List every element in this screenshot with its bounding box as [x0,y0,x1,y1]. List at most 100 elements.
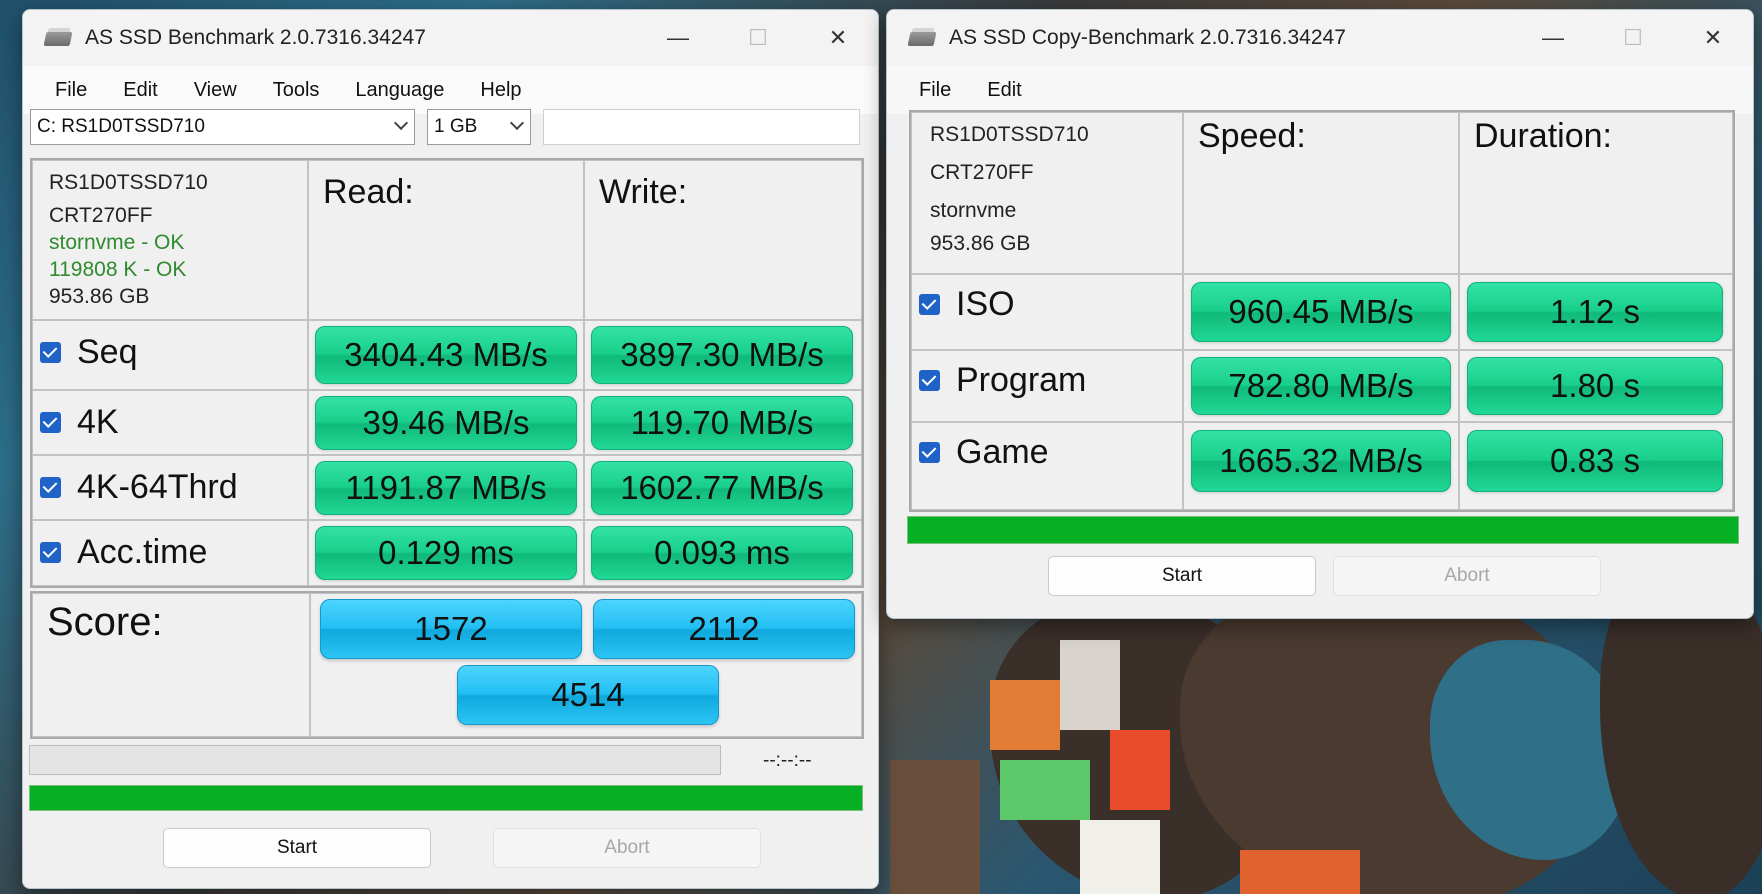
menu-bar: File Edit [887,66,1753,114]
chevron-down-icon [393,115,409,131]
alignment-status: 119808 K - OK [49,258,187,281]
4k-64thrd-read-value: 1191.87 MB/s [315,461,577,515]
drive-select-value: C: RS1D0TSSD710 [37,116,205,137]
score-total-value: 4514 [457,665,719,725]
program-duration-value: 1.80 s [1467,357,1723,415]
score-panel: Score: 1572 2112 4514 [30,591,864,739]
test-seq[interactable]: Seq [40,330,138,374]
test-seq-label: Seq [77,332,138,371]
program-speed-value: 782.80 MB/s [1191,357,1451,415]
elapsed-time: --:--:-- [763,750,812,771]
title-bar[interactable]: AS SSD Copy-Benchmark 2.0.7316.34247 — ☐… [887,10,1753,66]
abort-button: Abort [493,828,761,868]
drive-model: RS1D0TSSD710 [930,123,1089,146]
maximize-icon: ☐ [1623,25,1643,50]
drive-select[interactable]: C: RS1D0TSSD710 [30,109,415,145]
checkbox-checked-icon[interactable] [40,411,61,433]
drive-firmware: CRT270FF [49,204,153,227]
drive-info-cell: RS1D0TSSD710 CRT270FF stornvme 953.86 GB [911,112,1183,274]
size-select[interactable]: 1 GB [427,109,531,145]
duration-header-cell: Duration: [1459,112,1733,274]
close-icon[interactable]: ✕ [798,10,878,66]
write-header-cell: Write: [584,160,862,320]
seq-write-value: 3897.30 MB/s [591,326,853,384]
minimize-icon[interactable]: — [638,10,718,66]
copy-results-panel: RS1D0TSSD710 CRT270FF stornvme 953.86 GB… [909,110,1735,512]
iso-duration-value: 1.12 s [1467,282,1723,342]
test-game-label: Game [956,432,1049,471]
abort-button: Abort [1333,556,1601,596]
checkbox-checked-icon[interactable] [919,369,940,391]
checkbox-checked-icon[interactable] [919,441,940,463]
results-panel: RS1D0TSSD710 CRT270FF stornvme - OK 1198… [30,158,864,588]
size-select-value: 1 GB [434,116,478,137]
4k-64thrd-write-value: 1602.77 MB/s [591,461,853,515]
title-bar[interactable]: AS SSD Benchmark 2.0.7316.34247 — ☐ ✕ [23,10,878,66]
drive-model: RS1D0TSSD710 [49,171,208,194]
drive-info-cell: RS1D0TSSD710 CRT270FF stornvme - OK 1198… [32,160,308,320]
acc-time-read-value: 0.129 ms [315,526,577,580]
menu-view[interactable]: View [176,79,255,102]
benchmark-window: AS SSD Benchmark 2.0.7316.34247 — ☐ ✕ Fi… [22,9,879,889]
close-icon[interactable]: ✕ [1673,10,1753,66]
4k-read-value: 39.46 MB/s [315,396,577,450]
test-acc-time[interactable]: Acc.time [40,530,207,574]
speed-header: Speed: [1198,117,1306,155]
test-4k-64thrd-label: 4K-64Thrd [77,467,238,506]
menu-edit[interactable]: Edit [105,79,175,102]
test-iso[interactable]: ISO [919,282,1015,326]
score-write-value: 2112 [593,599,855,659]
read-header-cell: Read: [308,160,584,320]
game-duration-value: 0.83 s [1467,430,1723,492]
copy-benchmark-window: AS SSD Copy-Benchmark 2.0.7316.34247 — ☐… [886,9,1754,619]
drive-capacity: 953.86 GB [930,232,1031,255]
test-4k-label: 4K [77,402,119,441]
test-iso-label: ISO [956,284,1015,323]
score-label-cell: Score: [32,593,310,737]
drive-capacity: 953.86 GB [49,285,150,308]
game-speed-value: 1665.32 MB/s [1191,430,1451,492]
seq-read-value: 3404.43 MB/s [315,326,577,384]
test-4k-64thrd[interactable]: 4K-64Thrd [40,465,238,509]
acc-time-write-value: 0.093 ms [591,526,853,580]
menu-file[interactable]: File [37,79,105,102]
status-field [543,109,860,145]
duration-header: Duration: [1474,117,1612,155]
maximize-icon: ☐ [748,25,768,50]
test-game[interactable]: Game [919,430,1049,474]
test-program[interactable]: Program [919,358,1086,402]
drive-icon [907,28,937,48]
write-header: Write: [599,173,688,211]
test-progress-bar [29,745,721,775]
copy-progress-bar [907,516,1739,544]
speed-header-cell: Speed: [1183,112,1459,274]
checkbox-checked-icon[interactable] [919,293,940,315]
drive-driver: stornvme [930,199,1017,222]
score-read-value: 1572 [320,599,582,659]
checkbox-checked-icon[interactable] [40,541,61,563]
minimize-icon[interactable]: — [1513,10,1593,66]
overall-progress-bar [29,785,863,811]
test-4k[interactable]: 4K [40,400,119,444]
menu-tools[interactable]: Tools [255,79,338,102]
window-title: AS SSD Copy-Benchmark 2.0.7316.34247 [949,26,1346,49]
score-label: Score: [47,600,163,644]
test-program-label: Program [956,360,1087,399]
4k-write-value: 119.70 MB/s [591,396,853,450]
menu-file[interactable]: File [901,79,969,102]
start-button[interactable]: Start [1048,556,1316,596]
drive-firmware: CRT270FF [930,161,1034,184]
menu-language[interactable]: Language [337,79,462,102]
iso-speed-value: 960.45 MB/s [1191,282,1451,342]
menu-edit[interactable]: Edit [969,79,1039,102]
window-title: AS SSD Benchmark 2.0.7316.34247 [85,26,426,49]
menu-help[interactable]: Help [462,79,539,102]
test-acc-time-label: Acc.time [77,532,208,571]
driver-status: stornvme - OK [49,231,185,254]
checkbox-checked-icon[interactable] [40,476,61,498]
start-button[interactable]: Start [163,828,431,868]
read-header: Read: [323,173,414,211]
chevron-down-icon [509,115,525,131]
checkbox-checked-icon[interactable] [40,341,61,363]
menu-bar: File Edit View Tools Language Help [23,66,878,114]
